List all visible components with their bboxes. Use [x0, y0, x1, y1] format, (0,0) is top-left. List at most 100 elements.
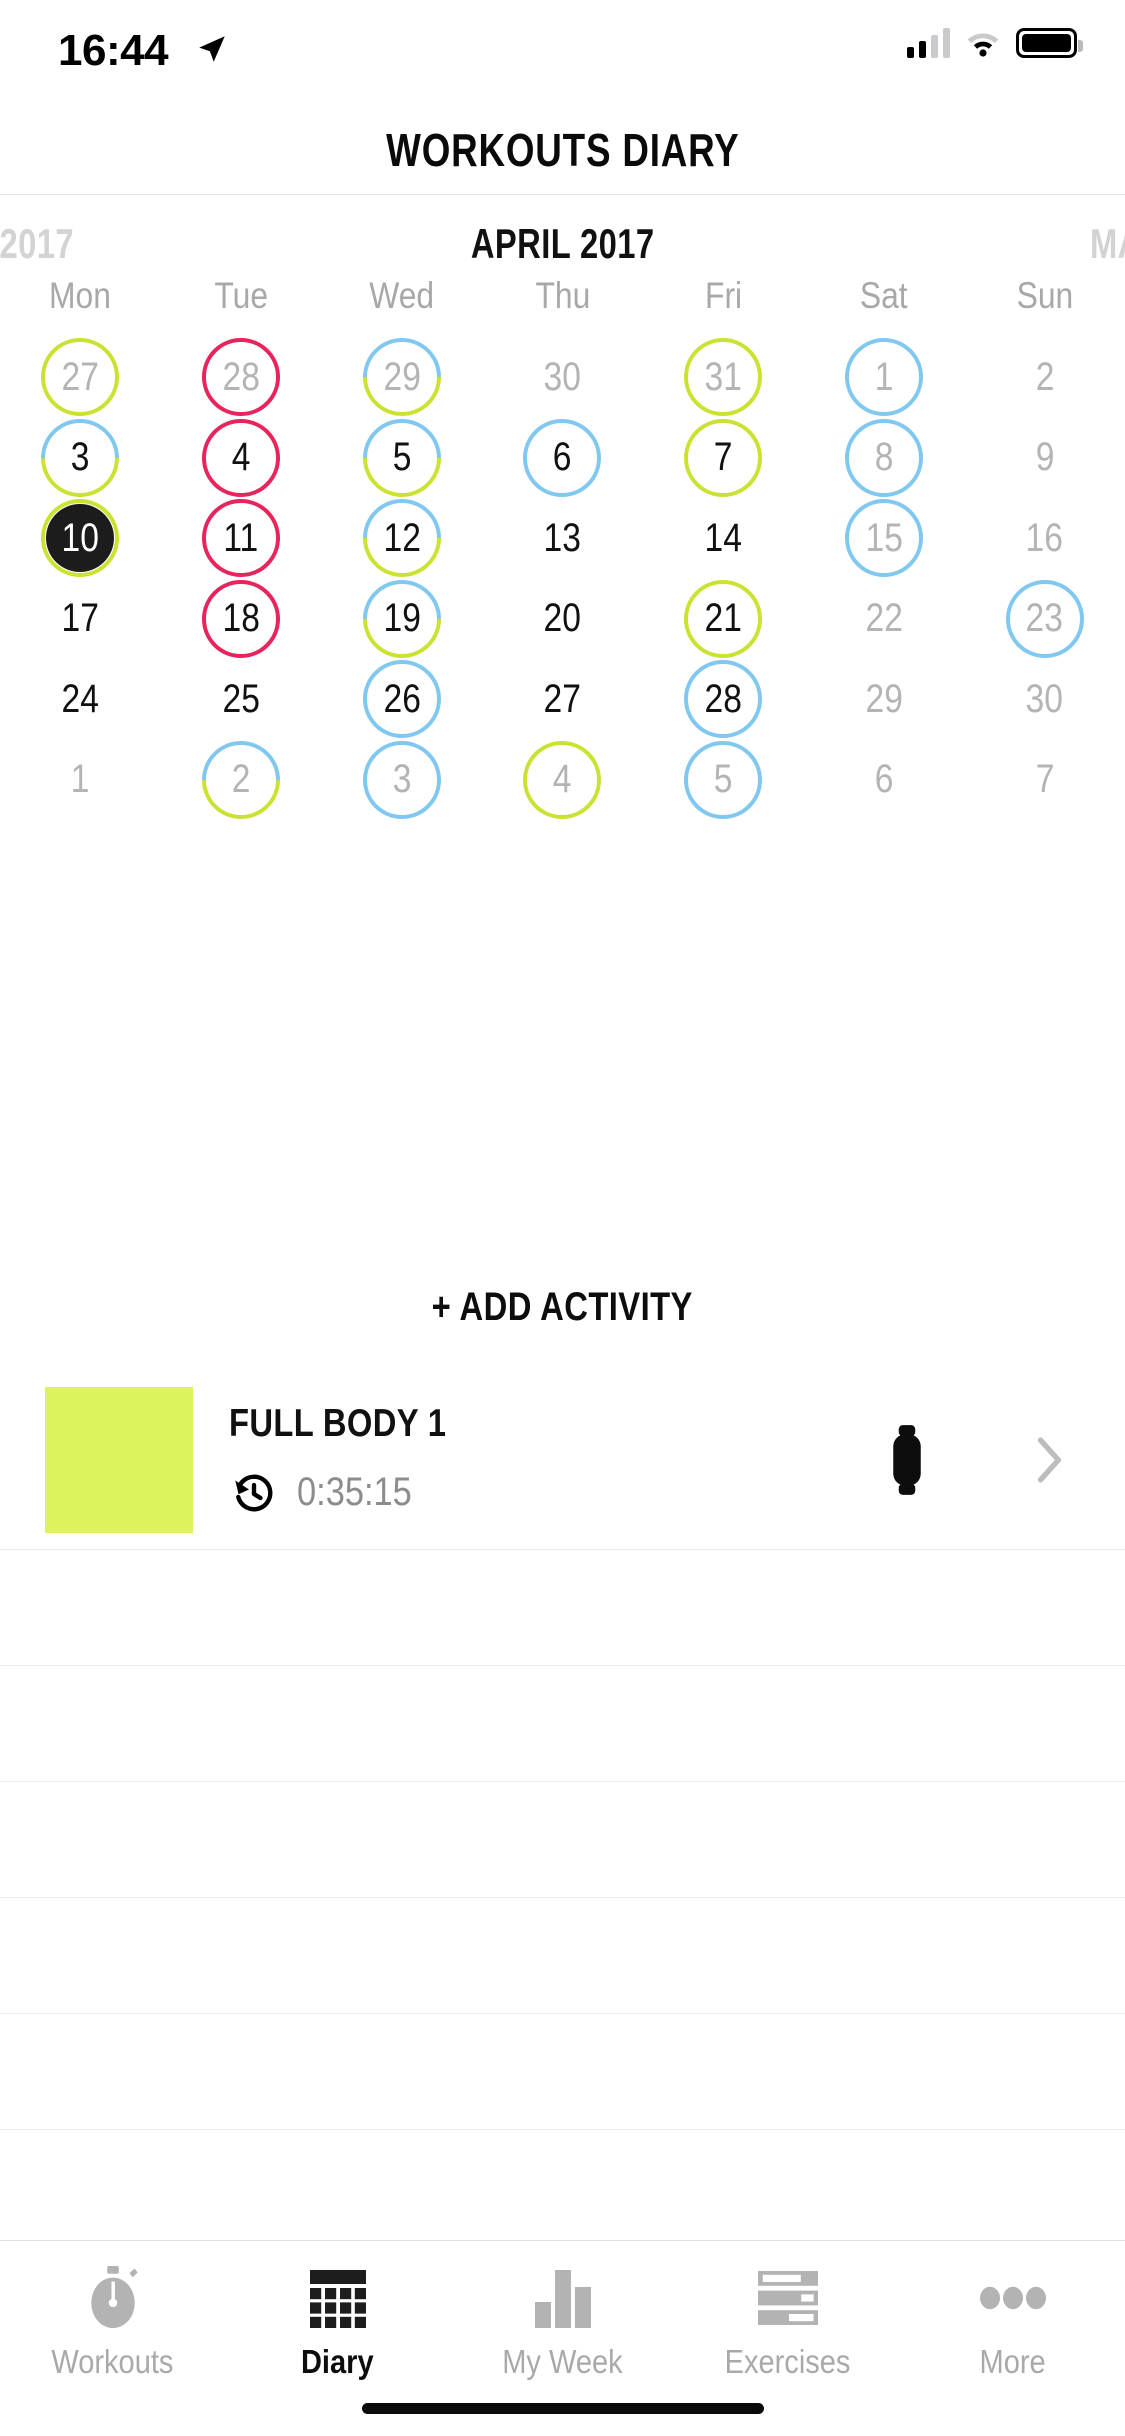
calendar-day[interactable]: 8 [844, 418, 923, 497]
calendar-day[interactable]: 2 [185, 724, 297, 835]
calendar-day[interactable]: 25 [202, 660, 280, 738]
calendar-day-cell[interactable]: 25 [161, 659, 322, 740]
calendar-day[interactable]: 5 [684, 740, 763, 819]
calendar-day[interactable]: 3 [25, 402, 136, 513]
calendar-day-cell[interactable]: 5 [643, 740, 804, 821]
calendar-day-cell[interactable]: 2 [964, 337, 1125, 418]
calendar-day-cell[interactable]: 3 [321, 740, 482, 821]
calendar-day[interactable]: 30 [523, 338, 601, 416]
calendar-day[interactable]: 7 [1006, 741, 1084, 819]
calendar-day-cell[interactable]: 3 [0, 402, 161, 513]
calendar-day-cell[interactable]: 9 [964, 418, 1125, 499]
calendar-day[interactable]: 30 [1006, 660, 1084, 738]
calendar-day-cell[interactable]: 28 [161, 337, 322, 418]
calendar-day[interactable]: 15 [844, 499, 923, 578]
calendar-day-cell[interactable]: 17 [0, 579, 161, 660]
calendar-day[interactable]: 19 [346, 563, 457, 674]
calendar-day-cell[interactable]: 18 [161, 579, 322, 660]
calendar-day[interactable]: 18 [202, 579, 281, 658]
calendar-day[interactable]: 29 [845, 660, 923, 738]
calendar-day-cell[interactable]: 20 [482, 579, 643, 660]
calendar-day[interactable]: 28 [684, 660, 763, 739]
calendar-day[interactable]: 2 [1006, 338, 1084, 416]
calendar-day-cell[interactable]: 29 [804, 659, 965, 740]
calendar-day-cell[interactable]: 27 [482, 659, 643, 740]
calendar-day-cell[interactable]: 6 [482, 418, 643, 499]
calendar-day-cell[interactable]: 28 [643, 659, 804, 740]
tab-workouts[interactable]: Workouts [0, 2241, 225, 2381]
calendar-day[interactable]: 3 [362, 740, 441, 819]
calendar-day-cell[interactable]: 29 [321, 322, 482, 433]
calendar-day-cell[interactable]: 15 [804, 498, 965, 579]
calendar-day[interactable]: 12 [346, 483, 457, 594]
calendar-day-cell[interactable]: 1 [0, 740, 161, 821]
calendar-day[interactable]: 22 [845, 580, 923, 658]
tab-exercises[interactable]: Exercises [675, 2241, 900, 2381]
activity-row[interactable]: FULL BODY 1 0:35:15 [0, 1370, 1125, 1550]
calendar-day-number: 29 [383, 354, 421, 399]
calendar-day[interactable]: 20 [523, 580, 601, 658]
calendar-day[interactable]: 4 [523, 740, 602, 819]
calendar-day[interactable]: 9 [1006, 419, 1084, 497]
calendar-day[interactable]: 1 [41, 741, 119, 819]
calendar-day[interactable]: 23 [1005, 579, 1084, 658]
calendar-day-cell[interactable]: 27 [0, 337, 161, 418]
calendar-day-cell[interactable]: 13 [482, 498, 643, 579]
calendar-day[interactable]: 29 [346, 322, 457, 433]
calendar-day[interactable]: 26 [362, 660, 441, 739]
calendar-day-cell[interactable]: 14 [643, 498, 804, 579]
calendar-day-cell[interactable]: 30 [482, 337, 643, 418]
calendar-day-cell[interactable]: 4 [161, 418, 322, 499]
calendar-day[interactable]: 17 [41, 580, 119, 658]
calendar-day[interactable]: 7 [684, 418, 763, 497]
calendar-day[interactable]: 6 [523, 418, 602, 497]
home-indicator[interactable] [361, 2403, 764, 2414]
tab-more[interactable]: More [900, 2241, 1125, 2381]
calendar-day-cell[interactable]: 19 [321, 563, 482, 674]
calendar-day-cell[interactable]: 1 [804, 337, 965, 418]
calendar-day-cell[interactable]: 7 [964, 740, 1125, 821]
calendar-day[interactable]: 21 [684, 579, 763, 658]
calendar-day[interactable]: 27 [523, 660, 601, 738]
chevron-right-icon[interactable] [1037, 1436, 1063, 1483]
calendar-day[interactable]: 14 [684, 499, 762, 577]
calendar-day-cell[interactable]: 8 [804, 418, 965, 499]
calendar-day-cell[interactable]: 2 [161, 724, 322, 835]
calendar-day[interactable]: 27 [41, 338, 120, 417]
calendar-day-cell[interactable]: 23 [964, 579, 1125, 660]
calendar-day-cell[interactable]: 6 [804, 740, 965, 821]
calendar-day[interactable]: 10 [41, 499, 120, 578]
status-bar: 16:44 [0, 0, 1125, 105]
next-month-label[interactable]: MAY [1090, 220, 1125, 268]
tab-my-week[interactable]: My Week [450, 2241, 675, 2381]
weekday-header-row: Mon Tue Wed Thu Fri Sat Sun [0, 275, 1125, 337]
calendar-day-cell[interactable]: 26 [321, 659, 482, 740]
calendar-day-cell[interactable]: 21 [643, 579, 804, 660]
calendar-day-cell[interactable]: 31 [643, 337, 804, 418]
calendar-day[interactable]: 16 [1006, 499, 1084, 577]
calendar-day[interactable]: 28 [202, 338, 281, 417]
calendar-day-cell[interactable]: 5 [321, 402, 482, 513]
add-activity-button[interactable]: + ADD ACTIVITY [0, 1285, 1125, 1330]
calendar-day-cell[interactable]: 10 [0, 498, 161, 579]
page-title: WORKOUTS DIARY [385, 123, 740, 176]
calendar-day[interactable]: 13 [523, 499, 601, 577]
calendar-day-cell[interactable]: 30 [964, 659, 1125, 740]
calendar-day[interactable]: 6 [845, 741, 923, 819]
calendar-day[interactable]: 5 [346, 402, 457, 513]
calendar-day[interactable]: 31 [684, 338, 763, 417]
tab-diary[interactable]: Diary [225, 2241, 450, 2381]
calendar-day-cell[interactable]: 4 [482, 740, 643, 821]
calendar-day-number: 2 [231, 757, 251, 802]
calendar-day[interactable]: 11 [202, 499, 281, 578]
calendar-day[interactable]: 4 [202, 418, 281, 497]
calendar-day-cell[interactable]: 12 [321, 483, 482, 594]
calendar-day[interactable]: 1 [844, 338, 923, 417]
calendar-day[interactable]: 24 [41, 660, 119, 738]
calendar-day-cell[interactable]: 22 [804, 579, 965, 660]
calendar-day-cell[interactable]: 16 [964, 498, 1125, 579]
calendar-day-cell[interactable]: 7 [643, 418, 804, 499]
calendar-day-cell[interactable]: 24 [0, 659, 161, 740]
calendar-grid[interactable]: 27 28 29 30 31 1 2 3 4 5 6 7 8 9 10 11 12 13 14 15 16 17 18 19 2… [0, 322, 1125, 835]
calendar-day-cell[interactable]: 11 [161, 498, 322, 579]
